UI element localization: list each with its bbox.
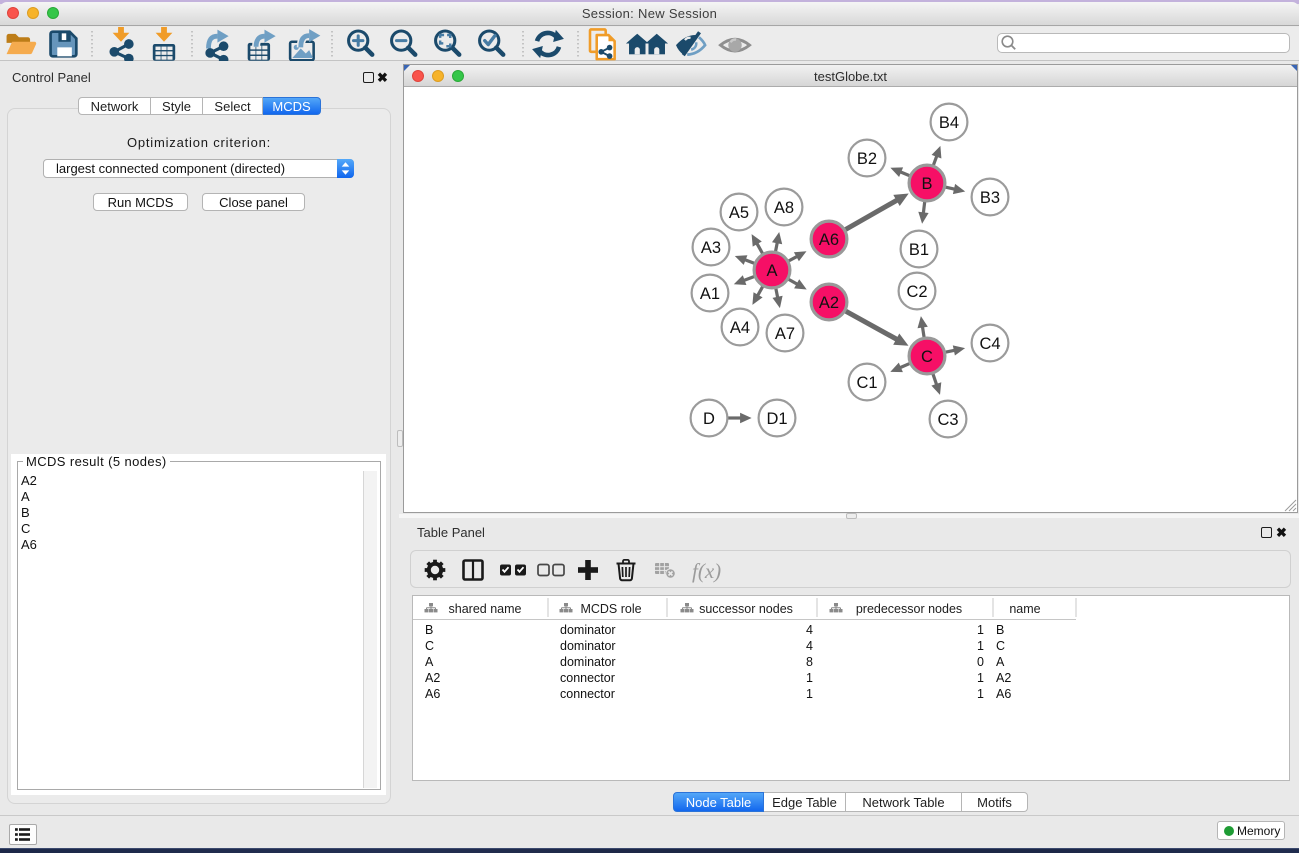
svg-text:A6: A6 xyxy=(425,687,440,701)
svg-text:A6: A6 xyxy=(819,231,839,249)
svg-text:D: D xyxy=(703,410,715,428)
svg-text:A2: A2 xyxy=(425,671,440,685)
svg-text:connector: connector xyxy=(560,671,615,685)
svg-text:B3: B3 xyxy=(980,189,1000,207)
svg-text:C1: C1 xyxy=(856,374,877,392)
svg-text:A: A xyxy=(996,655,1005,669)
svg-text:A2: A2 xyxy=(819,294,839,312)
svg-text:A3: A3 xyxy=(701,239,721,257)
svg-text:C3: C3 xyxy=(937,411,958,429)
svg-text:D1: D1 xyxy=(766,410,787,428)
svg-text:A: A xyxy=(766,262,777,280)
svg-text:B: B xyxy=(996,623,1004,637)
svg-text:A: A xyxy=(425,655,434,669)
svg-text:1: 1 xyxy=(977,623,984,637)
svg-text:4: 4 xyxy=(806,639,813,653)
svg-text:A2: A2 xyxy=(996,671,1011,685)
svg-text:A4: A4 xyxy=(730,319,750,337)
svg-text:predecessor nodes: predecessor nodes xyxy=(856,602,962,616)
svg-text:B2: B2 xyxy=(857,150,877,168)
svg-text:B: B xyxy=(921,175,932,193)
svg-text:1: 1 xyxy=(806,687,813,701)
svg-text:A1: A1 xyxy=(700,285,720,303)
svg-text:C2: C2 xyxy=(906,283,927,301)
svg-text:successor nodes: successor nodes xyxy=(699,602,793,616)
svg-text:dominator: dominator xyxy=(560,623,616,637)
svg-text:1: 1 xyxy=(806,671,813,685)
svg-text:MCDS role: MCDS role xyxy=(580,602,641,616)
svg-text:C: C xyxy=(921,348,933,366)
svg-text:f(x): f(x) xyxy=(692,559,721,583)
svg-text:C: C xyxy=(996,639,1005,653)
svg-text:shared name: shared name xyxy=(449,602,522,616)
svg-text:A7: A7 xyxy=(775,325,795,343)
svg-text:dominator: dominator xyxy=(560,655,616,669)
svg-text:dominator: dominator xyxy=(560,639,616,653)
svg-text:8: 8 xyxy=(806,655,813,669)
svg-text:B4: B4 xyxy=(939,114,959,132)
svg-text:1: 1 xyxy=(977,687,984,701)
svg-text:B1: B1 xyxy=(909,241,929,259)
svg-text:1: 1 xyxy=(977,639,984,653)
svg-text:connector: connector xyxy=(560,687,615,701)
svg-text:A5: A5 xyxy=(729,204,749,222)
svg-text:name: name xyxy=(1009,602,1040,616)
svg-text:C4: C4 xyxy=(979,335,1000,353)
svg-text:1: 1 xyxy=(977,671,984,685)
svg-text:C: C xyxy=(425,639,434,653)
svg-text:0: 0 xyxy=(977,655,984,669)
svg-text:B: B xyxy=(425,623,433,637)
svg-text:A6: A6 xyxy=(996,687,1011,701)
svg-text:A8: A8 xyxy=(774,199,794,217)
svg-text:4: 4 xyxy=(806,623,813,637)
